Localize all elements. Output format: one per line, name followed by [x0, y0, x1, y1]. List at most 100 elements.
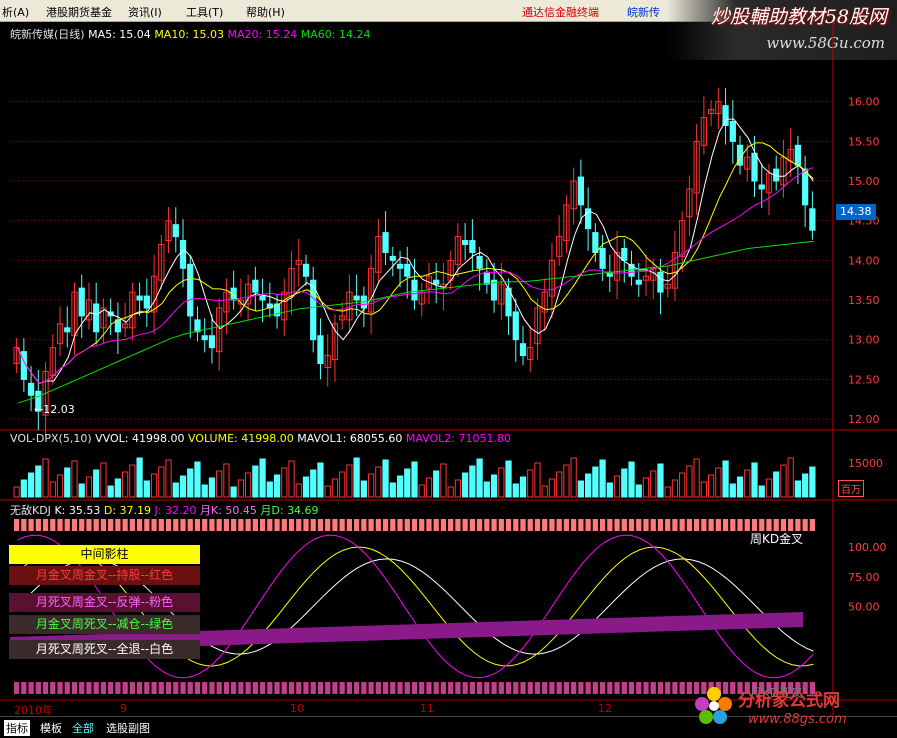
- price-tick-label: 14.00: [848, 254, 880, 267]
- volume-bar: [382, 459, 389, 498]
- monthly-signal-strip: [426, 682, 432, 694]
- weekly-signal-strip: [542, 519, 548, 531]
- candle-down: [93, 303, 100, 333]
- menu-help[interactable]: 帮助(H): [246, 4, 285, 20]
- weekly-signal-strip: [571, 519, 577, 531]
- weekly-signal-strip: [607, 519, 613, 531]
- candle-down: [78, 287, 85, 317]
- monthly-signal-strip: [585, 682, 591, 694]
- monthly-signal-strip: [599, 682, 606, 694]
- volume-bar: [187, 468, 194, 498]
- candle-down: [519, 343, 527, 357]
- monthly-signal-strip: [151, 682, 157, 694]
- kdj-d-label: D: 37.19: [103, 504, 152, 517]
- weekly-signal-strip: [802, 519, 808, 531]
- ma20-label: MA20: 15.24: [227, 28, 298, 41]
- promo-stock-link[interactable]: 皖新传: [627, 4, 660, 20]
- candle-down: [411, 279, 418, 301]
- candle-down: [809, 208, 816, 231]
- tab-all[interactable]: 全部: [72, 720, 94, 736]
- monthly-k-label: 月K: 50.45: [199, 504, 257, 517]
- monthly-signal-strip: [259, 682, 266, 694]
- kdj-tick-label: 50.00: [848, 601, 880, 614]
- weekly-signal-strip: [115, 519, 121, 531]
- volume-bar: [216, 470, 223, 498]
- weekly-signal-strip: [411, 519, 418, 531]
- volume-bar: [324, 485, 331, 498]
- volume-bar: [548, 478, 556, 498]
- weekly-signal-strip: [672, 519, 678, 531]
- tab-template[interactable]: 模板: [40, 720, 62, 736]
- weekly-signal-strip: [223, 519, 230, 531]
- tab-screening-subchart[interactable]: 选股副图: [106, 720, 150, 736]
- volume-bar: [71, 460, 78, 498]
- volume-bar: [454, 479, 462, 498]
- weekly-signal-strip: [296, 519, 302, 531]
- volume-bar: [56, 474, 64, 498]
- menu-tools[interactable]: 工具(T): [186, 4, 223, 20]
- weekly-signal-strip: [462, 519, 468, 531]
- volume-bar: [657, 463, 664, 498]
- candle-down: [172, 224, 179, 238]
- monthly-signal-strip: [368, 682, 374, 694]
- weekly-signal-strip: [50, 519, 56, 531]
- weekly-signal-strip: [35, 519, 41, 531]
- price-tick-label: 12.50: [848, 373, 880, 386]
- monthly-signal-strip: [209, 682, 215, 694]
- candle-down: [27, 382, 35, 396]
- weekly-signal-strip: [549, 519, 555, 531]
- promo-terminal-link[interactable]: 通达信金融终端: [522, 4, 599, 20]
- menu-analysis[interactable]: 析(A): [2, 4, 29, 20]
- monthly-signal-strip: [129, 682, 135, 694]
- volume-bar: [679, 472, 686, 498]
- volume-bar: [223, 463, 230, 498]
- candle-down: [187, 263, 194, 317]
- vvol-label: VVOL: 41998.00: [95, 432, 185, 445]
- candle-down: [483, 271, 490, 285]
- volume-bar: [158, 466, 165, 498]
- weekly-signal-strip: [259, 519, 266, 531]
- volume-bar: [244, 472, 252, 498]
- volume-bar: [787, 457, 794, 498]
- weekly-signal-strip: [238, 519, 244, 531]
- volume-bar: [664, 486, 671, 498]
- monthly-signal-strip: [115, 682, 121, 694]
- candle-down: [476, 255, 483, 269]
- volume-bar: [642, 477, 650, 498]
- tab-indicator[interactable]: 指标: [4, 720, 30, 736]
- price-tick-label: 13.50: [848, 294, 880, 307]
- volume-bar: [194, 461, 201, 498]
- monthly-signal-strip: [42, 682, 49, 694]
- volume-bar: [736, 476, 744, 498]
- weekly-signal-strip: [231, 519, 237, 531]
- monthly-signal-strip: [361, 682, 367, 694]
- volume-bar: [621, 468, 628, 498]
- weekly-signal-strip: [498, 519, 504, 531]
- candle-down: [729, 121, 736, 142]
- menu-news[interactable]: 资讯(I): [128, 4, 162, 20]
- volume-bar: [490, 474, 498, 498]
- volume-bar: [556, 471, 563, 498]
- kdj-j-label: J: 32.20: [154, 504, 197, 517]
- monthly-signal-strip: [419, 682, 425, 694]
- monthly-signal-strip: [252, 682, 258, 694]
- monthly-signal-strip: [339, 682, 345, 694]
- weekly-signal-strip: [100, 519, 107, 531]
- volume-bar: [208, 477, 216, 498]
- monthly-signal-strip: [628, 682, 635, 694]
- monthly-signal-strip: [469, 682, 475, 694]
- volume-bar: [122, 471, 129, 498]
- monthly-signal-strip: [79, 682, 85, 694]
- kdj-indicator-name: 无敌KDJ: [10, 504, 51, 517]
- weekly-signal-strip: [484, 519, 490, 531]
- weekly-signal-strip: [686, 519, 693, 531]
- monthly-signal-strip: [440, 682, 447, 694]
- weekly-signal-strip: [599, 519, 606, 531]
- menu-hk-futures-funds[interactable]: 港股期货基金: [46, 4, 112, 20]
- weekly-signal-strip: [491, 519, 497, 531]
- weekly-signal-strip: [737, 519, 743, 531]
- monthly-signal-strip: [173, 682, 179, 694]
- volume-bar: [707, 474, 715, 498]
- weekly-signal-strip: [701, 519, 707, 531]
- volume-bar: [259, 458, 266, 498]
